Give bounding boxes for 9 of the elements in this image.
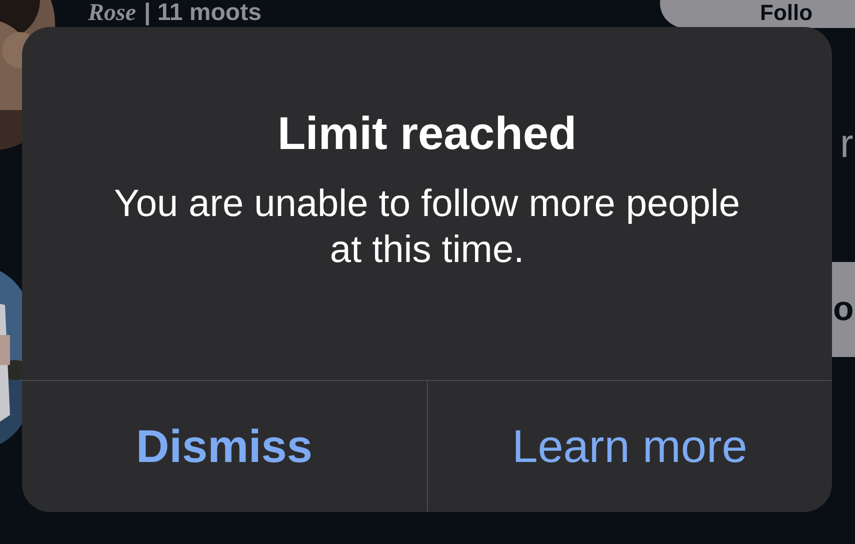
follow-button[interactable]: o (832, 262, 855, 357)
mutuals-count: | 11 moots (144, 0, 262, 26)
alert-title: Limit reached (277, 106, 577, 161)
dismiss-button[interactable]: Dismiss (22, 381, 426, 512)
learn-more-button[interactable]: Learn more (426, 381, 832, 512)
side-text: r (840, 122, 854, 166)
follow-button[interactable]: Follo (660, 0, 855, 28)
profile-name: Rose (88, 0, 136, 26)
alert-message: You are unable to follow more people at this time. (112, 182, 742, 273)
